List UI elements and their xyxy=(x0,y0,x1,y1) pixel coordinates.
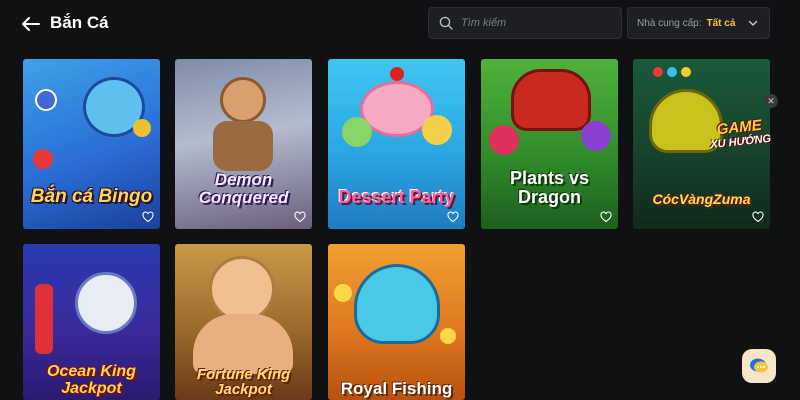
game-art-buddha-head xyxy=(209,256,275,322)
search-box[interactable] xyxy=(428,7,622,39)
heart-icon[interactable] xyxy=(294,211,306,223)
game-art-marble xyxy=(667,67,677,77)
game-art-scoop xyxy=(422,115,452,145)
game-art-dragon xyxy=(511,69,591,131)
game-art-ball xyxy=(33,149,53,169)
search-input[interactable] xyxy=(461,17,611,29)
chevron-down-icon xyxy=(748,20,758,26)
game-card-dessert-party[interactable]: Dessert Party xyxy=(328,59,465,229)
back-button[interactable] xyxy=(20,13,42,35)
game-card-ocean-king-jackpot[interactable]: Ocean King Jackpot xyxy=(23,244,160,400)
game-art-coin xyxy=(440,328,456,344)
provider-filter-label: Nhà cung cấp: xyxy=(637,17,702,29)
game-title: Demon Conquered xyxy=(198,170,289,208)
provider-filter-value: Tất cả xyxy=(706,17,736,29)
game-art-plant xyxy=(581,121,611,151)
game-card-demon-conquered[interactable]: Demon Conquered xyxy=(175,59,312,229)
chat-button[interactable] xyxy=(742,349,776,383)
game-art-marble xyxy=(681,67,691,77)
game-card-ban-ca-bingo[interactable]: Bắn cá Bingo xyxy=(23,59,160,229)
game-card-fortune-king-jackpot[interactable]: Fortune King Jackpot xyxy=(175,244,312,400)
game-art-cherry xyxy=(390,67,404,81)
arrow-left-icon xyxy=(22,17,40,31)
game-art-dragon-head xyxy=(354,264,440,344)
provider-filter-dropdown[interactable]: Nhà cung cấp: Tất cả xyxy=(627,7,770,39)
heart-icon[interactable] xyxy=(142,211,154,223)
game-art-marble xyxy=(653,67,663,77)
game-art-buddha-body xyxy=(193,314,293,374)
game-art-scoop xyxy=(342,117,372,147)
game-title: Royal Fishing xyxy=(340,379,453,399)
close-icon[interactable]: ✕ xyxy=(764,94,778,108)
game-card-royal-fishing[interactable]: Royal Fishing xyxy=(328,244,465,400)
chat-icon xyxy=(750,358,768,373)
game-art-ball xyxy=(133,119,151,137)
game-title: Fortune King Jackpot xyxy=(196,365,291,399)
game-art-body xyxy=(213,121,273,171)
top-bar: Bắn Cá Nhà cung cấp: Tất cả xyxy=(0,0,800,48)
game-title: Plants vs Dragon xyxy=(509,168,590,208)
game-title: CócVàngZuma xyxy=(652,191,751,208)
game-title: Dessert Party xyxy=(338,187,455,208)
game-art-skull xyxy=(75,272,137,334)
game-art xyxy=(220,77,266,123)
heart-icon[interactable] xyxy=(752,211,764,223)
page-title: Bắn Cá xyxy=(50,13,109,32)
game-art-trident xyxy=(35,284,53,354)
game-title: Bắn cá Bingo xyxy=(30,186,153,208)
game-art-coin xyxy=(334,284,352,302)
game-art-plant xyxy=(489,125,519,155)
heart-icon[interactable] xyxy=(447,211,459,223)
heart-icon[interactable] xyxy=(600,211,612,223)
game-title: Ocean King Jackpot xyxy=(47,363,136,398)
game-art-ball xyxy=(35,89,57,111)
game-card-plants-vs-dragon[interactable]: Plants vs Dragon xyxy=(481,59,618,229)
search-icon xyxy=(439,16,453,30)
